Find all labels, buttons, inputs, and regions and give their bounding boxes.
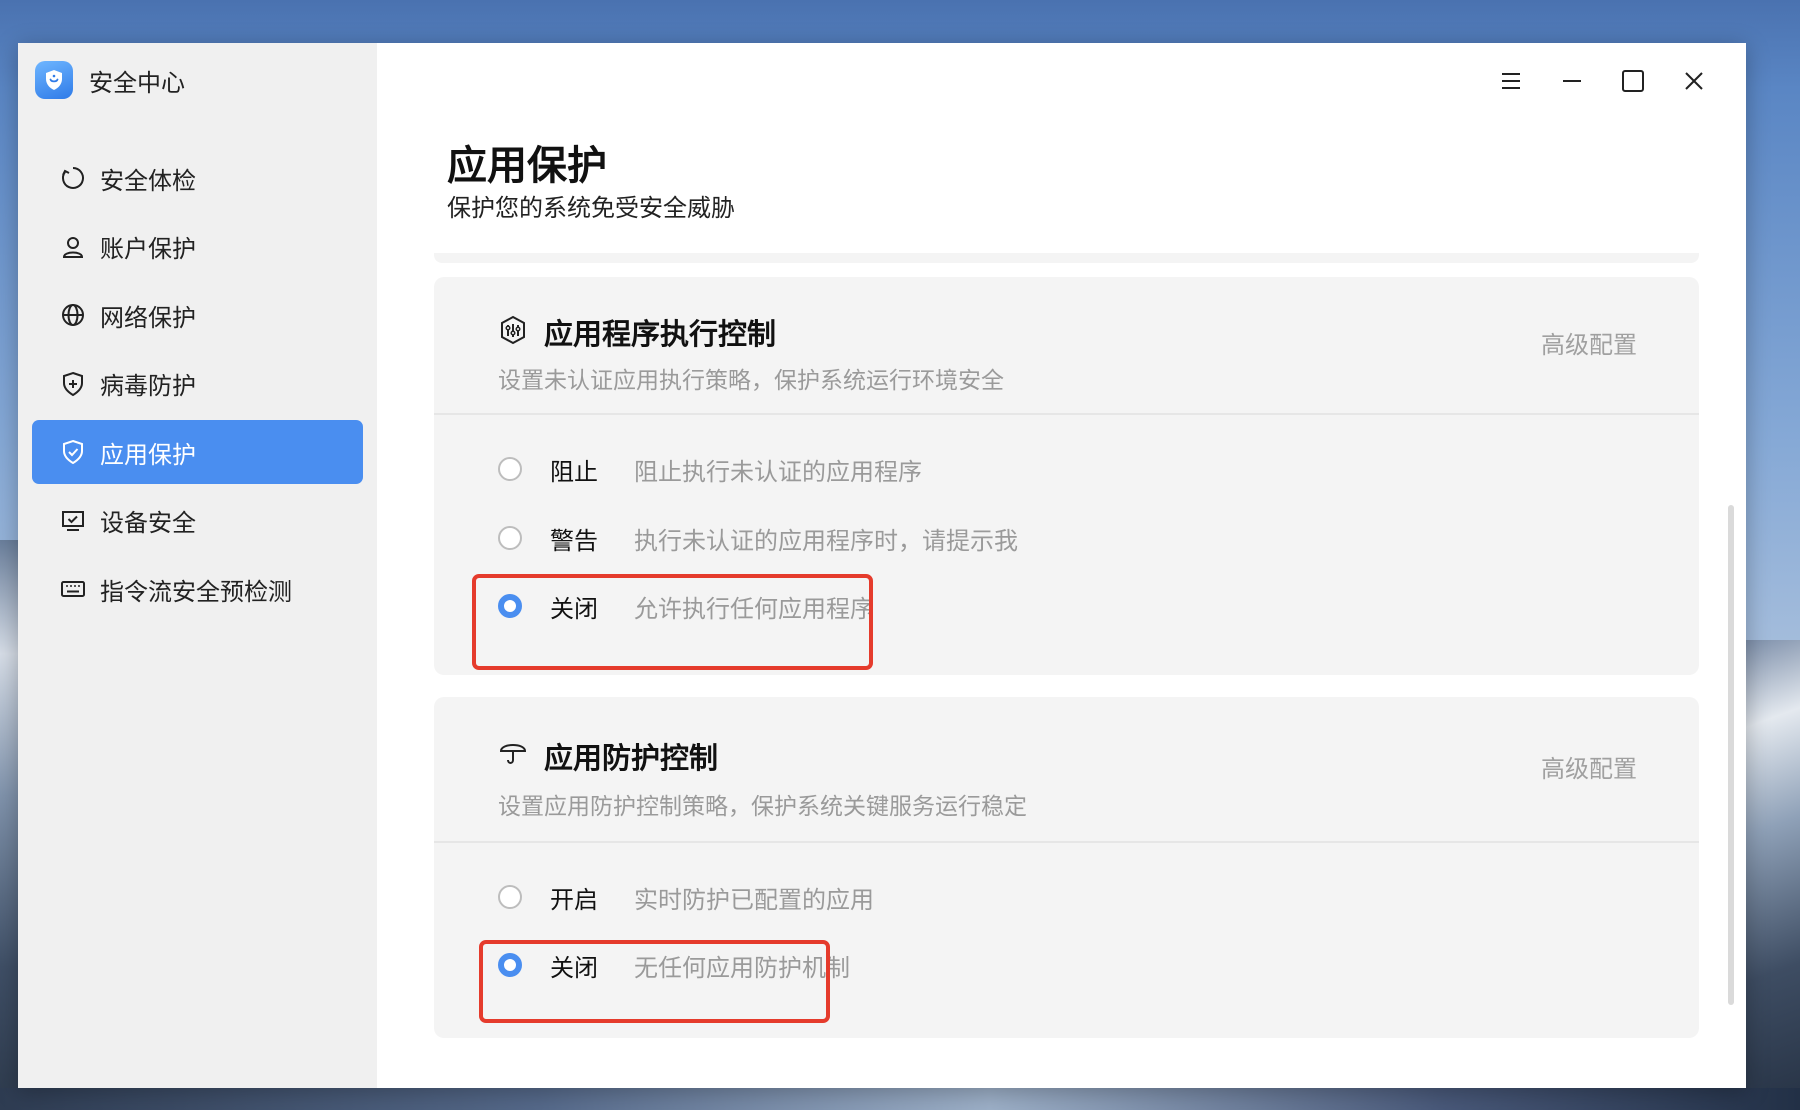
- advanced-config-link[interactable]: 高级配置: [1541, 749, 1637, 784]
- sidebar-item-label: 网络保护: [100, 303, 196, 332]
- scrollbar[interactable]: [1728, 505, 1734, 1005]
- card-header: 应用防护控制 设置应用防护控制策略，保护系统关键服务运行稳定 高级配置: [434, 697, 1699, 843]
- option-label: 开启: [550, 885, 598, 914]
- scan-circle-icon: [60, 165, 86, 191]
- sidebar-item-label: 指令流安全预检测: [100, 577, 292, 606]
- minimize-icon[interactable]: [1552, 61, 1592, 101]
- monitor-check-icon: [60, 508, 86, 534]
- page-title: 应用保护: [447, 143, 607, 189]
- option-label: 阻止: [550, 457, 598, 486]
- sidebar-item-network-protection[interactable]: 网络保护: [32, 283, 363, 347]
- card-app-execution-control: 应用程序执行控制 设置未认证应用执行策略，保护系统运行环境安全 高级配置 阻止 …: [434, 277, 1699, 675]
- maximize-icon[interactable]: [1613, 61, 1653, 101]
- option-label: 关闭: [550, 953, 598, 982]
- option-description: 无任何应用防护机制: [634, 953, 850, 982]
- option-label: 警告: [550, 526, 598, 555]
- sidebar-item-label: 应用保护: [100, 440, 196, 469]
- sidebar-item-instruction-precheck[interactable]: 指令流安全预检测: [32, 557, 363, 621]
- main-content: 应用保护 保护您的系统免受安全威胁 应用程序执行控制 设置未认证应用执行策略，保…: [377, 43, 1746, 1088]
- radio-button[interactable]: [498, 457, 522, 481]
- option-description: 阻止执行未认证的应用程序: [634, 457, 922, 486]
- option-description: 允许执行任何应用程序: [634, 594, 874, 623]
- app-logo-icon: [35, 61, 73, 99]
- advanced-config-link[interactable]: 高级配置: [1541, 325, 1637, 360]
- security-center-window: 安全中心 安全体检 账户保护 网络保护 病毒防护 应用保护 设备安全 指令流安全…: [18, 43, 1746, 1088]
- shield-check-icon: [60, 439, 86, 465]
- radio-button[interactable]: [498, 885, 522, 909]
- sidebar-item-app-protection[interactable]: 应用保护: [32, 420, 363, 484]
- page-subtitle: 保护您的系统免受安全威胁: [447, 194, 735, 222]
- wallpaper-mountain-right: [1744, 640, 1800, 1110]
- menu-icon[interactable]: [1491, 61, 1531, 101]
- radio-option-on[interactable]: 开启 实时防护已配置的应用: [498, 877, 874, 917]
- sidebar-item-device-security[interactable]: 设备安全: [32, 489, 363, 553]
- umbrella-icon: [498, 737, 528, 767]
- card-header: 应用程序执行控制 设置未认证应用执行策略，保护系统运行环境安全 高级配置: [434, 277, 1699, 415]
- sidebar-item-label: 安全体检: [100, 166, 196, 195]
- sidebar-item-account-protection[interactable]: 账户保护: [32, 215, 363, 279]
- top-divider: [434, 253, 1699, 263]
- radio-option-off[interactable]: 关闭 无任何应用防护机制: [498, 945, 850, 985]
- card-description: 设置未认证应用执行策略，保护系统运行环境安全: [498, 368, 1004, 394]
- card-title: 应用程序执行控制: [544, 317, 777, 351]
- option-description: 执行未认证的应用程序时，请提示我: [634, 526, 1018, 555]
- sidebar-item-label: 病毒防护: [100, 372, 196, 400]
- radio-option-warn[interactable]: 警告 执行未认证的应用程序时，请提示我: [498, 518, 1018, 558]
- sidebar-item-virus-protection[interactable]: 病毒防护: [32, 352, 363, 416]
- user-icon: [60, 234, 86, 260]
- sidebar-item-security-check[interactable]: 安全体检: [32, 146, 363, 210]
- keyboard-icon: [60, 576, 86, 602]
- wallpaper-mountain-bottom: [0, 1088, 1800, 1110]
- card-app-defense-control: 应用防护控制 设置应用防护控制策略，保护系统关键服务运行稳定 高级配置 开启 实…: [434, 697, 1699, 1038]
- sidebar-item-label: 设备安全: [100, 509, 196, 537]
- card-description: 设置应用防护控制策略，保护系统关键服务运行稳定: [498, 794, 1027, 820]
- sidebar-item-label: 账户保护: [100, 235, 196, 263]
- option-label: 关闭: [550, 594, 598, 623]
- shield-plus-icon: [60, 371, 86, 397]
- globe-icon: [60, 302, 86, 328]
- radio-button-selected[interactable]: [498, 953, 522, 977]
- radio-option-block[interactable]: 阻止 阻止执行未认证的应用程序: [498, 449, 922, 489]
- app-execution-icon: [498, 315, 528, 345]
- app-title: 安全中心: [89, 68, 185, 97]
- close-icon[interactable]: [1674, 61, 1714, 101]
- app-header: 安全中心: [35, 61, 185, 99]
- sidebar-nav: 安全体检 账户保护 网络保护 病毒防护 应用保护 设备安全 指令流安全预检测: [32, 146, 363, 626]
- radio-button-selected[interactable]: [498, 594, 522, 618]
- card-title: 应用防护控制: [544, 741, 719, 775]
- option-description: 实时防护已配置的应用: [634, 885, 874, 914]
- sidebar: 安全中心 安全体检 账户保护 网络保护 病毒防护 应用保护 设备安全 指令流安全…: [18, 43, 377, 1088]
- radio-button[interactable]: [498, 526, 522, 550]
- radio-option-off[interactable]: 关闭 允许执行任何应用程序: [498, 586, 874, 626]
